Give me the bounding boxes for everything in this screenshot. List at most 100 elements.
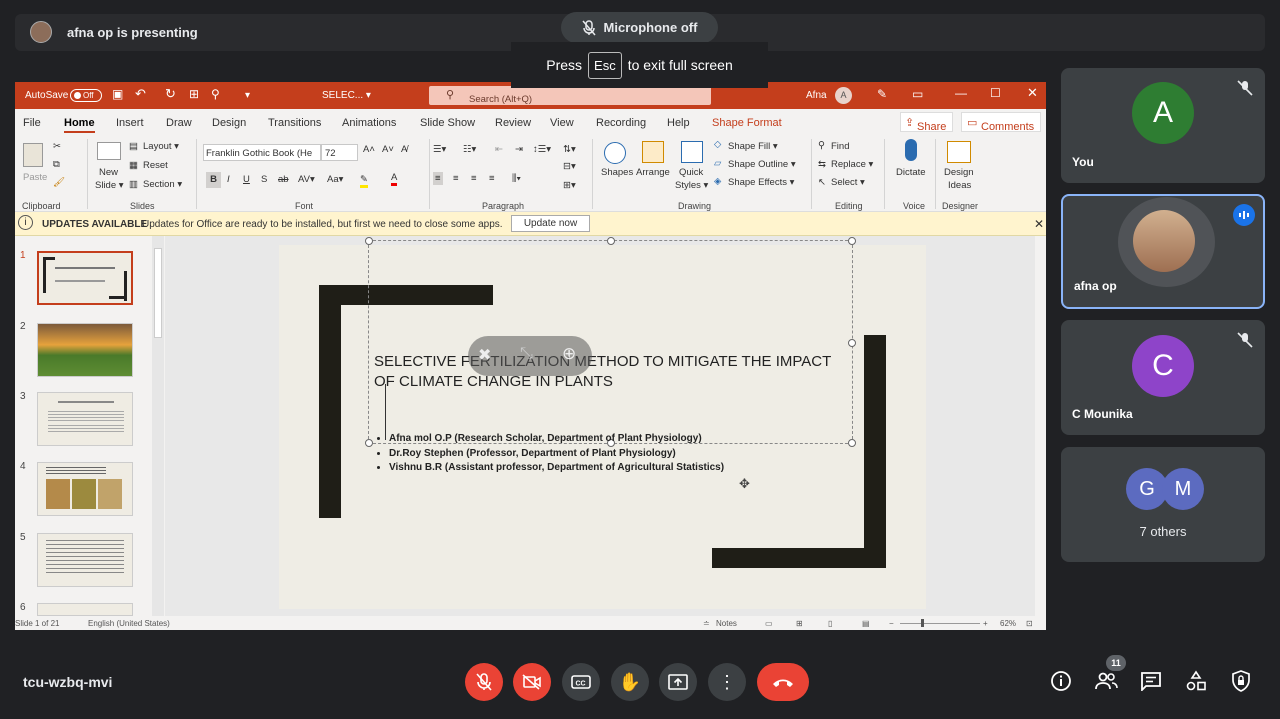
- minimize-icon[interactable]: —: [955, 86, 967, 100]
- new-slide-label-2[interactable]: Slide ▾: [95, 180, 124, 191]
- more-options-button[interactable]: ⋮: [708, 663, 746, 701]
- quick-styles-label-2[interactable]: Styles ▾: [675, 180, 708, 191]
- zoom-slider-thumb[interactable]: [921, 619, 924, 627]
- document-name[interactable]: SELEC... ▾: [322, 90, 371, 101]
- copy-icon[interactable]: ⧉: [53, 159, 60, 170]
- participant-tile-mounika[interactable]: C C Mounika: [1061, 320, 1265, 435]
- shape-effects-button[interactable]: Shape Effects ▾: [728, 177, 794, 188]
- host-controls-button[interactable]: [1228, 668, 1254, 694]
- slide-title[interactable]: SELECTIVE FERTILIZATION METHOD TO MITIGA…: [374, 352, 850, 392]
- columns-icon[interactable]: ⫼▾: [512, 173, 521, 184]
- comments-button[interactable]: ▭ Comments: [961, 112, 1041, 133]
- close-icon[interactable]: ✕: [1034, 217, 1044, 231]
- justify-icon[interactable]: ≡: [489, 173, 495, 184]
- tab-draw[interactable]: Draw: [166, 117, 192, 129]
- slide-thumbnail-3[interactable]: [37, 392, 133, 446]
- shrink-font-icon[interactable]: A˅: [382, 144, 394, 155]
- normal-view-icon[interactable]: ▭: [765, 619, 773, 628]
- tab-shape-format[interactable]: Shape Format: [712, 117, 782, 129]
- resize-handle[interactable]: [848, 439, 856, 447]
- paste-label[interactable]: Paste: [23, 172, 47, 183]
- align-left-icon[interactable]: ≡: [433, 172, 443, 185]
- tab-review[interactable]: Review: [495, 117, 531, 129]
- format-painter-brush-icon[interactable]: 🖌: [53, 177, 65, 188]
- slideshow-view-icon[interactable]: ▤: [862, 619, 870, 628]
- present-now-button[interactable]: [659, 663, 697, 701]
- reading-view-icon[interactable]: ▯: [828, 619, 832, 628]
- resize-handle[interactable]: [848, 237, 856, 245]
- selected-textbox[interactable]: [365, 237, 856, 447]
- design-ideas-icon[interactable]: [947, 141, 971, 163]
- slide-sorter-icon[interactable]: ⊞: [796, 619, 803, 628]
- cut-icon[interactable]: ✂: [53, 141, 61, 152]
- increase-indent-icon[interactable]: ⇥: [515, 144, 523, 155]
- tab-transitions[interactable]: Transitions: [268, 117, 321, 129]
- resize-handle[interactable]: [365, 237, 373, 245]
- share-button[interactable]: ⇪ Share: [900, 112, 953, 133]
- pen-icon[interactable]: ✎: [877, 87, 887, 101]
- slide-thumbnail-2[interactable]: [37, 323, 133, 377]
- undo-icon[interactable]: ↶: [135, 86, 146, 102]
- more-icon[interactable]: ⊕: [562, 344, 576, 364]
- clear-format-icon[interactable]: A̸: [401, 144, 407, 155]
- zoom-slider[interactable]: [900, 623, 980, 624]
- chat-button[interactable]: [1138, 668, 1164, 694]
- ribbon-display-icon[interactable]: ▭: [912, 87, 923, 101]
- char-spacing-icon[interactable]: AV▾: [298, 174, 315, 185]
- align-right-icon[interactable]: ≡: [471, 173, 477, 184]
- tab-recording[interactable]: Recording: [596, 117, 646, 129]
- tab-animations[interactable]: Animations: [342, 117, 396, 129]
- search-box[interactable]: ⚲ Search (Alt+Q): [429, 86, 711, 105]
- activities-button[interactable]: [1183, 668, 1209, 694]
- shapes-icon[interactable]: [604, 142, 626, 164]
- slide-thumbnail-6[interactable]: [37, 603, 133, 616]
- zoom-level[interactable]: 62%: [1000, 619, 1016, 628]
- bullets-icon[interactable]: ☰▾: [433, 144, 446, 155]
- quick-styles-label[interactable]: Quick: [679, 167, 703, 178]
- participant-tile-others[interactable]: G M 7 others: [1061, 447, 1265, 562]
- new-slide-icon[interactable]: [97, 142, 121, 160]
- resize-handle[interactable]: [365, 439, 373, 447]
- shapes-label[interactable]: Shapes: [601, 167, 633, 178]
- design-ideas-label[interactable]: Design: [944, 167, 974, 178]
- language[interactable]: English (United States): [88, 619, 170, 628]
- quick-styles-icon[interactable]: [681, 141, 703, 163]
- tab-file[interactable]: File: [23, 117, 41, 129]
- pin-icon[interactable]: ✖: [478, 345, 491, 365]
- user-avatar[interactable]: A: [835, 87, 852, 104]
- present-icon[interactable]: ⊞: [189, 87, 199, 101]
- slide-thumbnail-1[interactable]: [37, 251, 133, 305]
- text-direction-icon[interactable]: ⇅▾: [563, 144, 576, 155]
- tab-view[interactable]: View: [550, 117, 574, 129]
- select-button[interactable]: Select ▾: [831, 177, 865, 188]
- slide-thumbnail-5[interactable]: [37, 533, 133, 587]
- tab-help[interactable]: Help: [667, 117, 690, 129]
- zoom-in-icon[interactable]: +: [983, 619, 988, 628]
- font-name-field[interactable]: Franklin Gothic Book (He: [203, 144, 321, 161]
- find-button[interactable]: Find: [831, 141, 849, 152]
- arrange-label[interactable]: Arrange: [636, 167, 670, 178]
- line-spacing-icon[interactable]: ↕☰▾: [533, 144, 551, 155]
- bold-icon[interactable]: B: [206, 172, 221, 188]
- participant-tile-afna[interactable]: afna op: [1061, 194, 1265, 309]
- author-list[interactable]: Afna mol O.P (Research Scholar, Departme…: [374, 432, 724, 476]
- raise-hand-button[interactable]: ✋: [611, 663, 649, 701]
- italic-icon[interactable]: I: [227, 174, 230, 185]
- slide-thumbnail-4[interactable]: [37, 462, 133, 516]
- section-button[interactable]: Section ▾: [143, 179, 182, 190]
- toggle-camera-button[interactable]: [513, 663, 551, 701]
- design-ideas-label-2[interactable]: Ideas: [948, 180, 971, 191]
- layout-button[interactable]: Layout ▾: [143, 141, 179, 152]
- font-color-icon[interactable]: A: [391, 172, 398, 186]
- tab-design[interactable]: Design: [212, 117, 246, 129]
- strikethrough-icon[interactable]: ab: [278, 174, 289, 185]
- tab-home[interactable]: Home: [64, 117, 95, 133]
- font-size-field[interactable]: 72: [321, 144, 358, 161]
- underline-icon[interactable]: U: [243, 174, 250, 185]
- grow-font-icon[interactable]: A˄: [363, 144, 375, 155]
- new-slide-label[interactable]: New: [99, 167, 118, 178]
- replace-button[interactable]: Replace ▾: [831, 159, 873, 170]
- dictate-icon[interactable]: [905, 139, 917, 161]
- reset-button[interactable]: Reset: [143, 160, 168, 171]
- resize-handle[interactable]: [848, 339, 856, 347]
